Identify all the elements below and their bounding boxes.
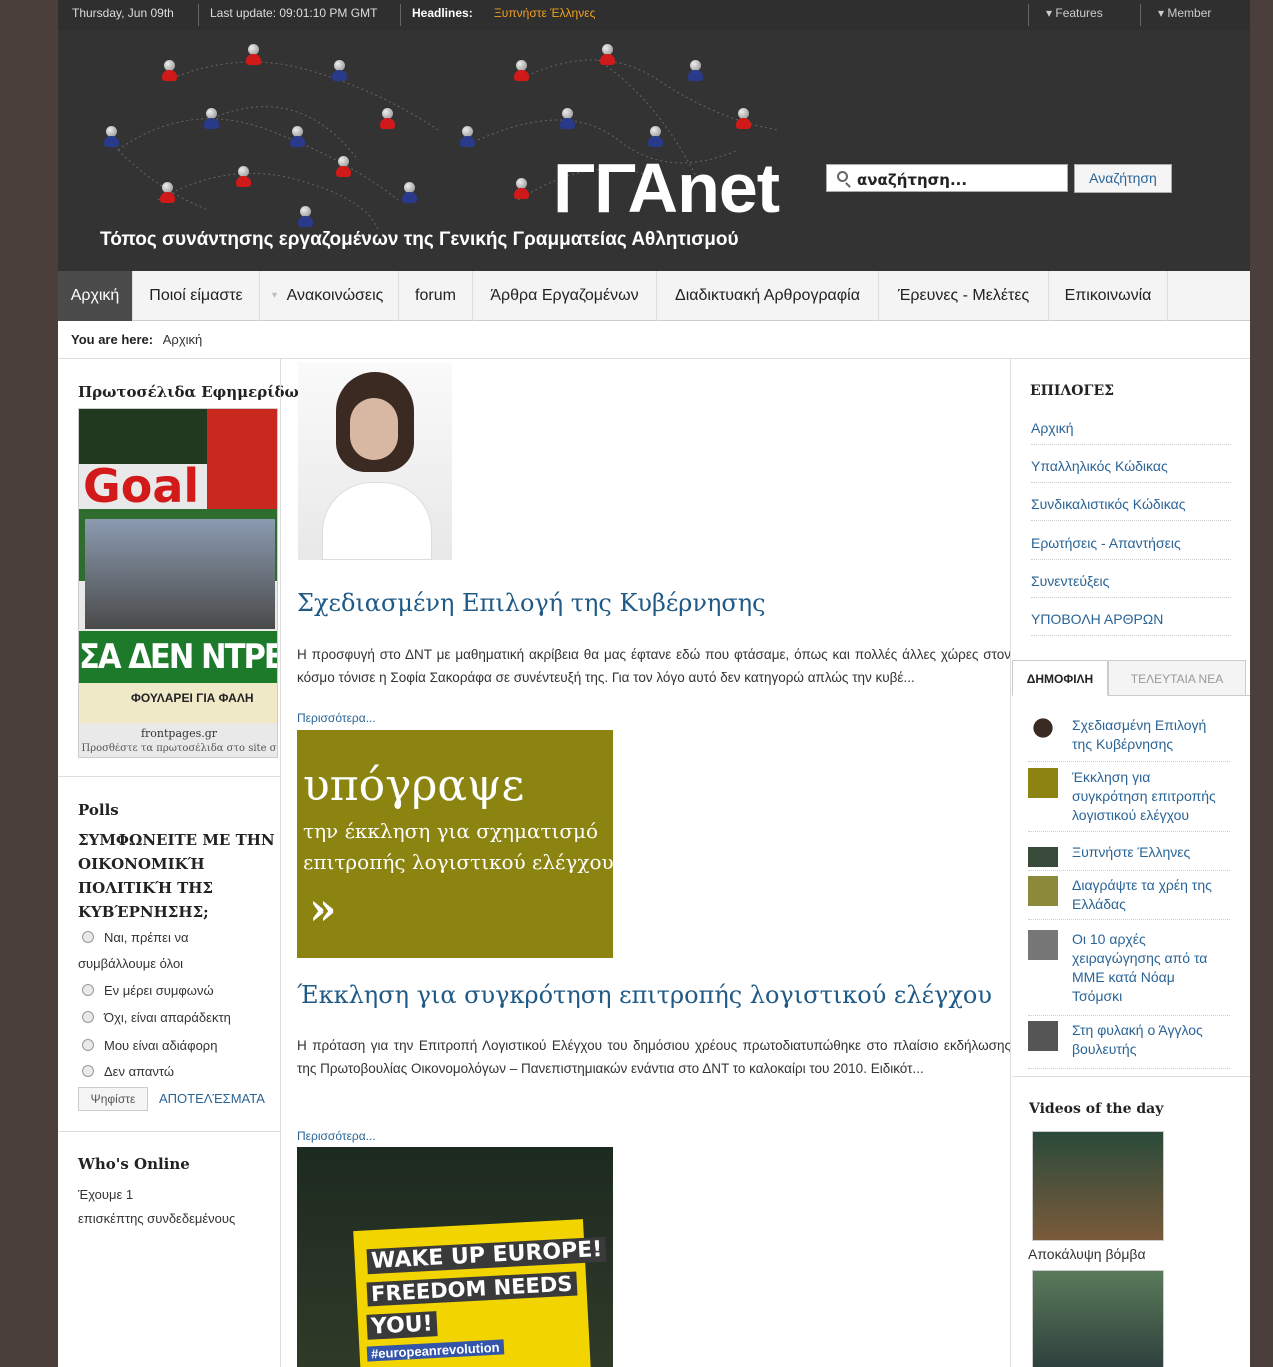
vote-button[interactable]: Ψηφίστε <box>78 1087 148 1111</box>
search-icon <box>837 171 848 182</box>
headlines-label: Headlines: <box>412 6 473 20</box>
newspaper-headline: ΣΑ ΔΕΝ ΝΤΡΕΠΕΣΤ <box>79 631 277 683</box>
options-link-civil-code[interactable]: Υπαλληλικός Κώδικας <box>1031 458 1231 483</box>
poll-question: ΣΥΜΦΩΝΕΙΤΕ ΜΕ ΤΗΝ ΟΙΚΟΝΟΜΙΚΉ ΠΟΛΙΤΙΚΉ ΤΗ… <box>78 831 275 921</box>
radio-button[interactable] <box>82 1065 94 1077</box>
popular-item[interactable]: Ξυπνήστε Έλληνες <box>1028 843 1230 871</box>
popular-item[interactable]: Στη φυλακή ο Άγγλος βουλευτής <box>1028 1021 1230 1069</box>
online-text: Έχουμε 1 επισκέπτης συνδεδεμένους <box>78 1187 236 1226</box>
article-title[interactable]: Έκκληση για συγκρότηση επιτροπής λογιστι… <box>297 981 992 1009</box>
banner-line-1: υπόγραψε <box>303 760 525 811</box>
radio-button[interactable] <box>82 984 94 996</box>
options-link-faq[interactable]: Ερωτήσεις - Απαντήσεις <box>1031 535 1231 560</box>
poll-option-4[interactable]: Μου είναι αδιάφορη <box>82 1038 217 1053</box>
petition-banner[interactable]: υπόγραψε την έκκληση για σχηματισμό επιτρ… <box>297 730 613 958</box>
search-button[interactable]: Αναζήτηση <box>1074 164 1172 193</box>
nav-research[interactable]: Έρευνες - Μελέτες <box>879 271 1049 321</box>
nav-home[interactable]: Αρχική <box>58 271 133 321</box>
features-menu[interactable]: ▾ Features <box>1046 6 1103 20</box>
newspaper-subheadline: ΦΟΥΛΑΡΕΙ ΓΙΑ ΦΑΛΗ <box>79 683 277 723</box>
nav-articles[interactable]: Άρθρα Εργαζομένων <box>473 271 657 321</box>
online-title: Who's Online <box>78 1155 190 1173</box>
video-caption[interactable]: Αποκάλυψη βόμβα <box>1028 1246 1146 1262</box>
search-input[interactable] <box>826 164 1068 192</box>
headline-link[interactable]: Ξυπνήστε Έλληνες <box>494 6 595 20</box>
options-link-interviews[interactable]: Συνεντεύξεις <box>1031 573 1231 598</box>
banner-line-2: την έκκληση για σχηματισμό επιτροπής λογι… <box>303 819 613 874</box>
radio-button[interactable] <box>82 931 94 943</box>
read-more-link[interactable]: Περισσότερα... <box>297 1129 376 1143</box>
double-arrow-icon: » <box>309 884 337 935</box>
poll-option-1[interactable]: Ναι, πρέπει να <box>82 930 188 945</box>
videos-title: Videos of the day <box>1029 1101 1164 1117</box>
nav-announcements[interactable]: ▾ Ανακοινώσεις <box>260 271 399 321</box>
polls-title: Polls <box>78 801 119 819</box>
top-bar: Thursday, Jun 09th Last update: 09:01:10… <box>58 0 1250 30</box>
article-title[interactable]: Σχεδιασμένη Επιλογή της Κυβέρνησης <box>297 589 766 617</box>
popular-item[interactable]: Έκκληση για συγκρότηση επιτροπής λογιστι… <box>1028 768 1230 832</box>
newspaper-brand: Goal <box>83 459 200 513</box>
frontpages-title: Πρωτοσέλιδα Εφημερίδων <box>78 383 310 401</box>
article-image[interactable] <box>298 362 452 560</box>
nav-online-articles[interactable]: Διαδικτυακή Αρθρογραφία <box>657 271 879 321</box>
poll-option-3[interactable]: Όχι, είναι απαράδεκτη <box>82 1010 231 1025</box>
read-more-link[interactable]: Περισσότερα... <box>297 711 376 725</box>
tab-bar: ΔΗΜΟΦΙΛΗ ΤΕΛΕΥΤΑΙΑ ΝΕΑ <box>1012 660 1250 696</box>
article-body: Η πρόταση για την Επιτροπή Λογιστικού Ελ… <box>297 1038 1011 1076</box>
date-text: Thursday, Jun 09th <box>72 6 174 20</box>
poll-option-2[interactable]: Εν μέρει συμφωνώ <box>82 983 214 998</box>
tab-popular[interactable]: ΔΗΜΟΦΙΛΗ <box>1012 660 1108 696</box>
article-image[interactable]: WAKE UP EUROPE! FREEDOM NEEDS YOU! #euro… <box>297 1147 613 1367</box>
poll-option-1-cont: συμβάλλουμε όλοι <box>78 956 184 971</box>
options-link-home[interactable]: Αρχική <box>1031 420 1231 445</box>
breadcrumb: You are here: Αρχική <box>71 332 202 347</box>
radio-button[interactable] <box>82 1011 94 1023</box>
options-title: ΕΠΙΛΟΓΕΣ <box>1030 383 1115 399</box>
nav-forum[interactable]: forum <box>399 271 473 321</box>
popular-item[interactable]: Οι 10 αρχές χειραγώγησης από τα ΜΜΕ κατά… <box>1028 930 1230 1016</box>
site-logo[interactable]: ΓΓΑnet <box>553 148 780 228</box>
chevron-down-icon: ▾ <box>272 290 278 301</box>
nav-contact[interactable]: Επικοινωνία <box>1049 271 1168 321</box>
newspaper-frontpage[interactable]: Goal ΣΑ ΔΕΝ ΝΤΡΕΠΕΣΤ ΦΟΥΛΑΡΕΙ ΓΙΑ ΦΑΛΗ f… <box>78 408 278 758</box>
video-thumbnail[interactable] <box>1032 1270 1164 1367</box>
breadcrumb-current: Αρχική <box>162 332 203 347</box>
video-thumbnail[interactable] <box>1032 1131 1164 1241</box>
radio-button[interactable] <box>82 1039 94 1051</box>
main-nav: Αρχική Ποιοί είμαστε ▾ Ανακοινώσεις forum… <box>58 271 1250 321</box>
poll-results-link[interactable]: ΑΠΟΤΕΛΈΣΜΑΤΑ <box>159 1091 265 1106</box>
site-tagline: Τόπος συνάντησης εργαζομένων της Γενικής… <box>100 229 739 250</box>
popular-item[interactable]: Διαγράψτε τα χρέη της Ελλάδας <box>1028 876 1230 920</box>
tab-latest[interactable]: ΤΕΛΕΥΤΑΙΑ ΝΕΑ <box>1108 660 1246 696</box>
member-menu[interactable]: ▾ Member <box>1158 6 1211 20</box>
site-header: ΓΓΑnet Τόπος συνάντησης εργαζομένων της … <box>58 30 1250 271</box>
frontpages-caption: Προσθέστε τα πρωτοσέλιδα στο site σ <box>81 743 277 754</box>
breadcrumb-label: You are here: <box>71 332 154 347</box>
nav-about[interactable]: Ποιοί είμαστε <box>133 271 260 321</box>
frontpages-link[interactable]: frontpages.gr <box>79 727 277 740</box>
article-body: Η προσφυγή στο ΔΝΤ με μαθηματική ακρίβει… <box>297 647 1011 685</box>
options-link-submit[interactable]: ΥΠΟΒΟΛΗ ΑΡΘΡΩΝ <box>1031 611 1231 636</box>
options-link-union-code[interactable]: Συνδικαλιστικός Κώδικας <box>1031 496 1231 521</box>
poll-option-5[interactable]: Δεν απαντώ <box>82 1064 174 1079</box>
popular-item[interactable]: Σχεδιασμένη Επιλογή της Κυβέρνησης <box>1028 716 1230 762</box>
last-update-text: Last update: 09:01:10 PM GMT <box>210 6 378 20</box>
